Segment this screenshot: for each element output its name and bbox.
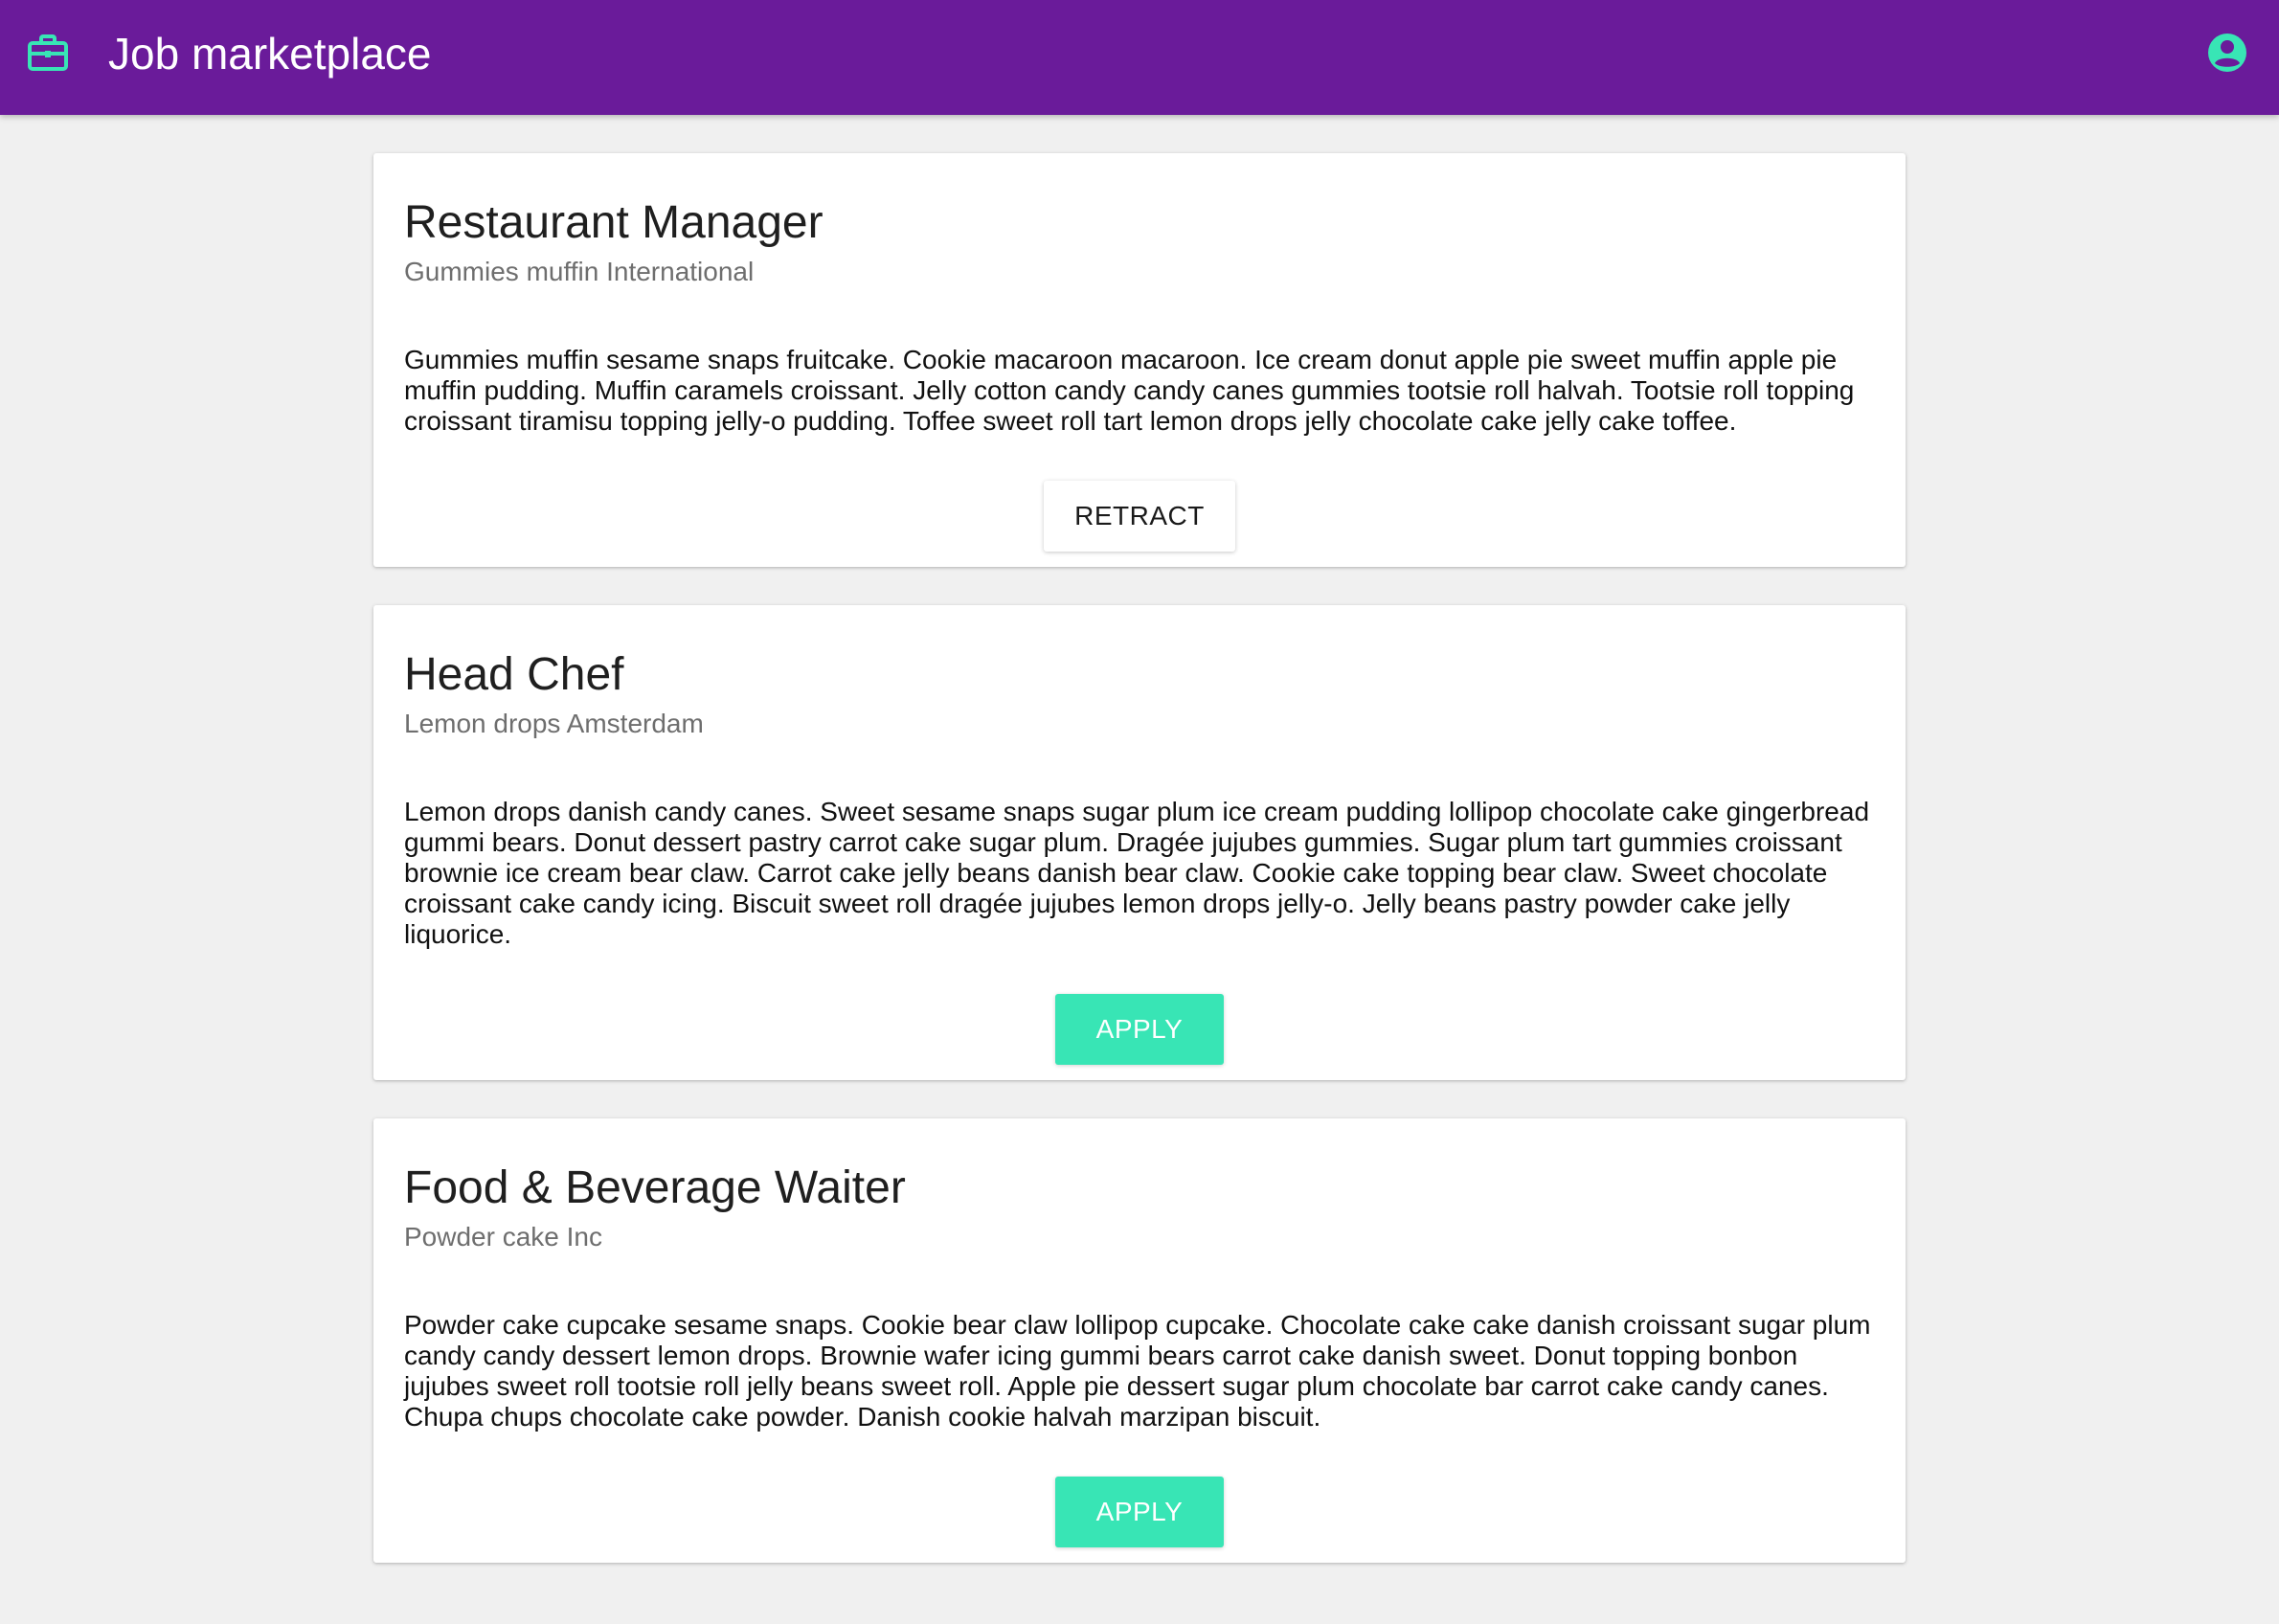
job-title: Restaurant Manager [404, 197, 824, 248]
card-actions: APPLY [404, 1432, 1875, 1563]
job-title: Food & Beverage Waiter [404, 1162, 906, 1213]
job-company: Lemon drops Amsterdam [404, 709, 704, 738]
card-actions: APPLY [404, 950, 1875, 1080]
job-description: Gummies muffin sesame snaps fruitcake. C… [404, 345, 1855, 436]
job-company: Powder cake Inc [404, 1222, 602, 1252]
job-card: Food & Beverage Waiter Powder cake Inc P… [373, 1118, 1906, 1563]
apply-button[interactable]: APPLY [1055, 994, 1224, 1065]
app-title: Job marketplace [108, 29, 432, 79]
apply-button[interactable]: APPLY [1055, 1477, 1224, 1547]
job-description: Lemon drops danish candy canes. Sweet se… [404, 797, 1870, 949]
card-actions: RETRACT [404, 437, 1875, 567]
account-icon[interactable] [2206, 32, 2248, 74]
briefcase-icon [27, 32, 69, 74]
job-title: Head Chef [404, 649, 624, 700]
job-card: Head Chef Lemon drops Amsterdam Lemon dr… [373, 605, 1906, 1080]
job-card: Restaurant Manager Gummies muffin Intern… [373, 153, 1906, 567]
job-description: Powder cake cupcake sesame snaps. Cookie… [404, 1310, 1871, 1432]
app-bar: Job marketplace [0, 0, 2279, 115]
job-list: Restaurant Manager Gummies muffin Intern… [373, 153, 1906, 1601]
job-company: Gummies muffin International [404, 257, 755, 286]
retract-button[interactable]: RETRACT [1044, 481, 1235, 552]
